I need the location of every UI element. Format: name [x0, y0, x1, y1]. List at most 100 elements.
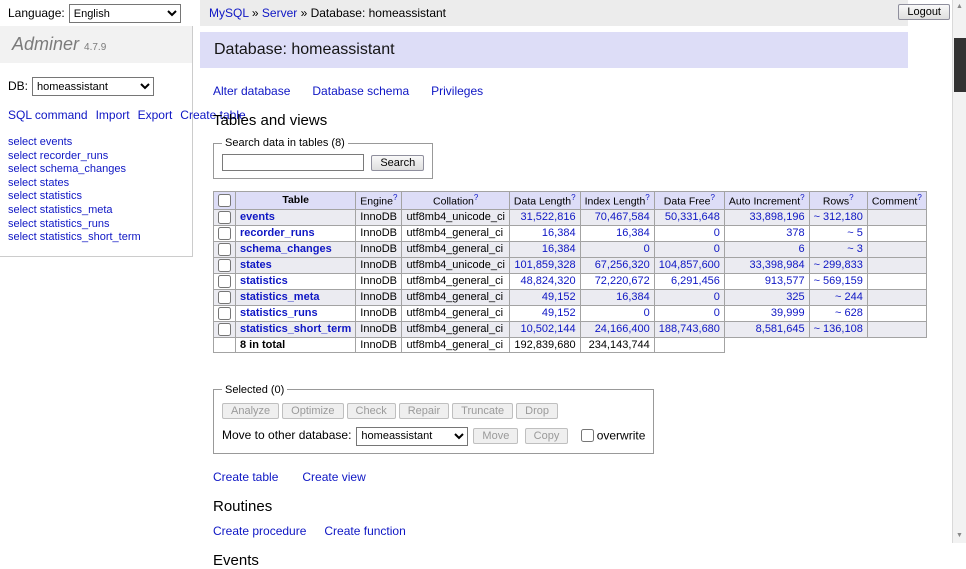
database-nav-link[interactable]: Alter database	[213, 84, 290, 98]
search-button[interactable]: Search	[371, 155, 424, 171]
table-name-link[interactable]: statistics_runs	[240, 307, 318, 319]
row-checkbox[interactable]	[218, 275, 231, 288]
index-length-link[interactable]: 0	[644, 307, 650, 319]
table-name-link[interactable]: events	[240, 211, 275, 223]
rows-link[interactable]: ~ 299,833	[814, 259, 863, 271]
data-length-link[interactable]: 31,522,816	[521, 211, 576, 223]
sidebar-action-link[interactable]: Import	[96, 108, 130, 122]
sidebar-table-link[interactable]: select statistics	[8, 190, 82, 202]
help-icon[interactable]: ?	[800, 193, 804, 202]
data-free-link[interactable]: 50,331,648	[665, 211, 720, 223]
auto-increment-link[interactable]: 8,581,645	[756, 323, 805, 335]
index-length-link[interactable]: 0	[644, 243, 650, 255]
row-checkbox[interactable]	[218, 323, 231, 336]
data-free-link[interactable]: 0	[714, 307, 720, 319]
data-free-link[interactable]: 0	[714, 291, 720, 303]
sidebar-table-link[interactable]: select events	[8, 136, 72, 148]
data-free-link[interactable]: 0	[714, 227, 720, 239]
data-free-link[interactable]: 6,291,456	[671, 275, 720, 287]
app-version[interactable]: 4.7.9	[84, 42, 106, 53]
table-name-link[interactable]: recorder_runs	[240, 227, 315, 239]
index-length-link[interactable]: 67,256,320	[595, 259, 650, 271]
database-nav-link[interactable]: Privileges	[431, 84, 483, 98]
index-length-link[interactable]: 16,384	[616, 291, 650, 303]
table-name-link[interactable]: statistics_meta	[240, 291, 320, 303]
data-length-link[interactable]: 16,384	[542, 243, 576, 255]
search-input[interactable]	[222, 154, 364, 171]
check-button[interactable]: Check	[347, 403, 396, 419]
sidebar-table-link[interactable]: select statistics_meta	[8, 204, 113, 216]
rows-link[interactable]: ~ 569,159	[814, 275, 863, 287]
routine-create-link[interactable]: Create function	[324, 524, 405, 538]
breadcrumb-link[interactable]: MySQL	[209, 6, 249, 20]
help-icon[interactable]: ?	[710, 193, 714, 202]
copy-button[interactable]: Copy	[525, 428, 569, 444]
database-nav-link[interactable]: Database schema	[312, 84, 409, 98]
rows-link[interactable]: ~ 312,180	[814, 211, 863, 223]
logout-button[interactable]: Logout	[898, 4, 950, 20]
routine-create-link[interactable]: Create procedure	[213, 524, 306, 538]
scroll-up-icon[interactable]: ▲	[953, 0, 966, 14]
row-checkbox[interactable]	[218, 243, 231, 256]
data-length-link[interactable]: 16,384	[542, 227, 576, 239]
table-name-link[interactable]: states	[240, 259, 272, 271]
index-length-link[interactable]: 72,220,672	[595, 275, 650, 287]
data-length-link[interactable]: 101,859,328	[514, 259, 575, 271]
sidebar-action-link[interactable]: Export	[138, 108, 173, 122]
data-length-link[interactable]: 49,152	[542, 291, 576, 303]
move-button[interactable]: Move	[473, 428, 518, 444]
row-checkbox[interactable]	[218, 307, 231, 320]
table-name-link[interactable]: statistics_short_term	[240, 323, 351, 335]
data-length-link[interactable]: 48,824,320	[521, 275, 576, 287]
sidebar-table-link[interactable]: select recorder_runs	[8, 150, 108, 162]
table-name-link[interactable]: schema_changes	[240, 243, 332, 255]
scroll-down-icon[interactable]: ▼	[953, 529, 966, 543]
repair-button[interactable]: Repair	[399, 403, 449, 419]
auto-increment-link[interactable]: 325	[786, 291, 804, 303]
rows-link[interactable]: ~ 5	[847, 227, 863, 239]
auto-increment-link[interactable]: 33,898,196	[750, 211, 805, 223]
sidebar-table-link[interactable]: select statistics_short_term	[8, 231, 141, 243]
db-select[interactable]: homeassistant	[32, 77, 154, 96]
optimize-button[interactable]: Optimize	[282, 403, 343, 419]
sidebar-table-link[interactable]: select statistics_runs	[8, 218, 109, 230]
sidebar-table-link[interactable]: select states	[8, 177, 69, 189]
select-all-checkbox[interactable]	[218, 194, 231, 207]
auto-increment-link[interactable]: 913,577	[765, 275, 805, 287]
scrollbar[interactable]: ▲ ▼	[952, 0, 966, 543]
analyze-button[interactable]: Analyze	[222, 403, 279, 419]
rows-link[interactable]: ~ 628	[835, 307, 863, 319]
auto-increment-link[interactable]: 378	[786, 227, 804, 239]
data-free-link[interactable]: 0	[714, 243, 720, 255]
data-free-link[interactable]: 188,743,680	[659, 323, 720, 335]
help-icon[interactable]: ?	[645, 193, 649, 202]
help-icon[interactable]: ?	[571, 193, 575, 202]
row-checkbox[interactable]	[218, 291, 231, 304]
scrollbar-thumb[interactable]	[954, 38, 966, 92]
rows-link[interactable]: ~ 3	[847, 243, 863, 255]
table-name-link[interactable]: statistics	[240, 275, 288, 287]
sidebar-action-link[interactable]: SQL command	[8, 108, 88, 122]
auto-increment-link[interactable]: 33,398,984	[750, 259, 805, 271]
move-database-select[interactable]: homeassistant	[356, 427, 468, 446]
rows-link[interactable]: ~ 136,108	[814, 323, 863, 335]
help-icon[interactable]: ?	[393, 193, 397, 202]
drop-button[interactable]: Drop	[516, 403, 558, 419]
truncate-button[interactable]: Truncate	[452, 403, 513, 419]
sidebar-table-link[interactable]: select schema_changes	[8, 163, 126, 175]
data-length-link[interactable]: 10,502,144	[521, 323, 576, 335]
create-link[interactable]: Create view	[302, 470, 365, 484]
index-length-link[interactable]: 70,467,584	[595, 211, 650, 223]
breadcrumb-link[interactable]: Server	[262, 6, 297, 20]
data-length-link[interactable]: 49,152	[542, 307, 576, 319]
index-length-link[interactable]: 16,384	[616, 227, 650, 239]
row-checkbox[interactable]	[218, 211, 231, 224]
row-checkbox[interactable]	[218, 227, 231, 240]
auto-increment-link[interactable]: 6	[798, 243, 804, 255]
data-free-link[interactable]: 104,857,600	[659, 259, 720, 271]
app-name[interactable]: Adminer	[12, 34, 79, 54]
overwrite-checkbox[interactable]	[581, 429, 594, 442]
rows-link[interactable]: ~ 244	[835, 291, 863, 303]
help-icon[interactable]: ?	[474, 193, 478, 202]
index-length-link[interactable]: 24,166,400	[595, 323, 650, 335]
